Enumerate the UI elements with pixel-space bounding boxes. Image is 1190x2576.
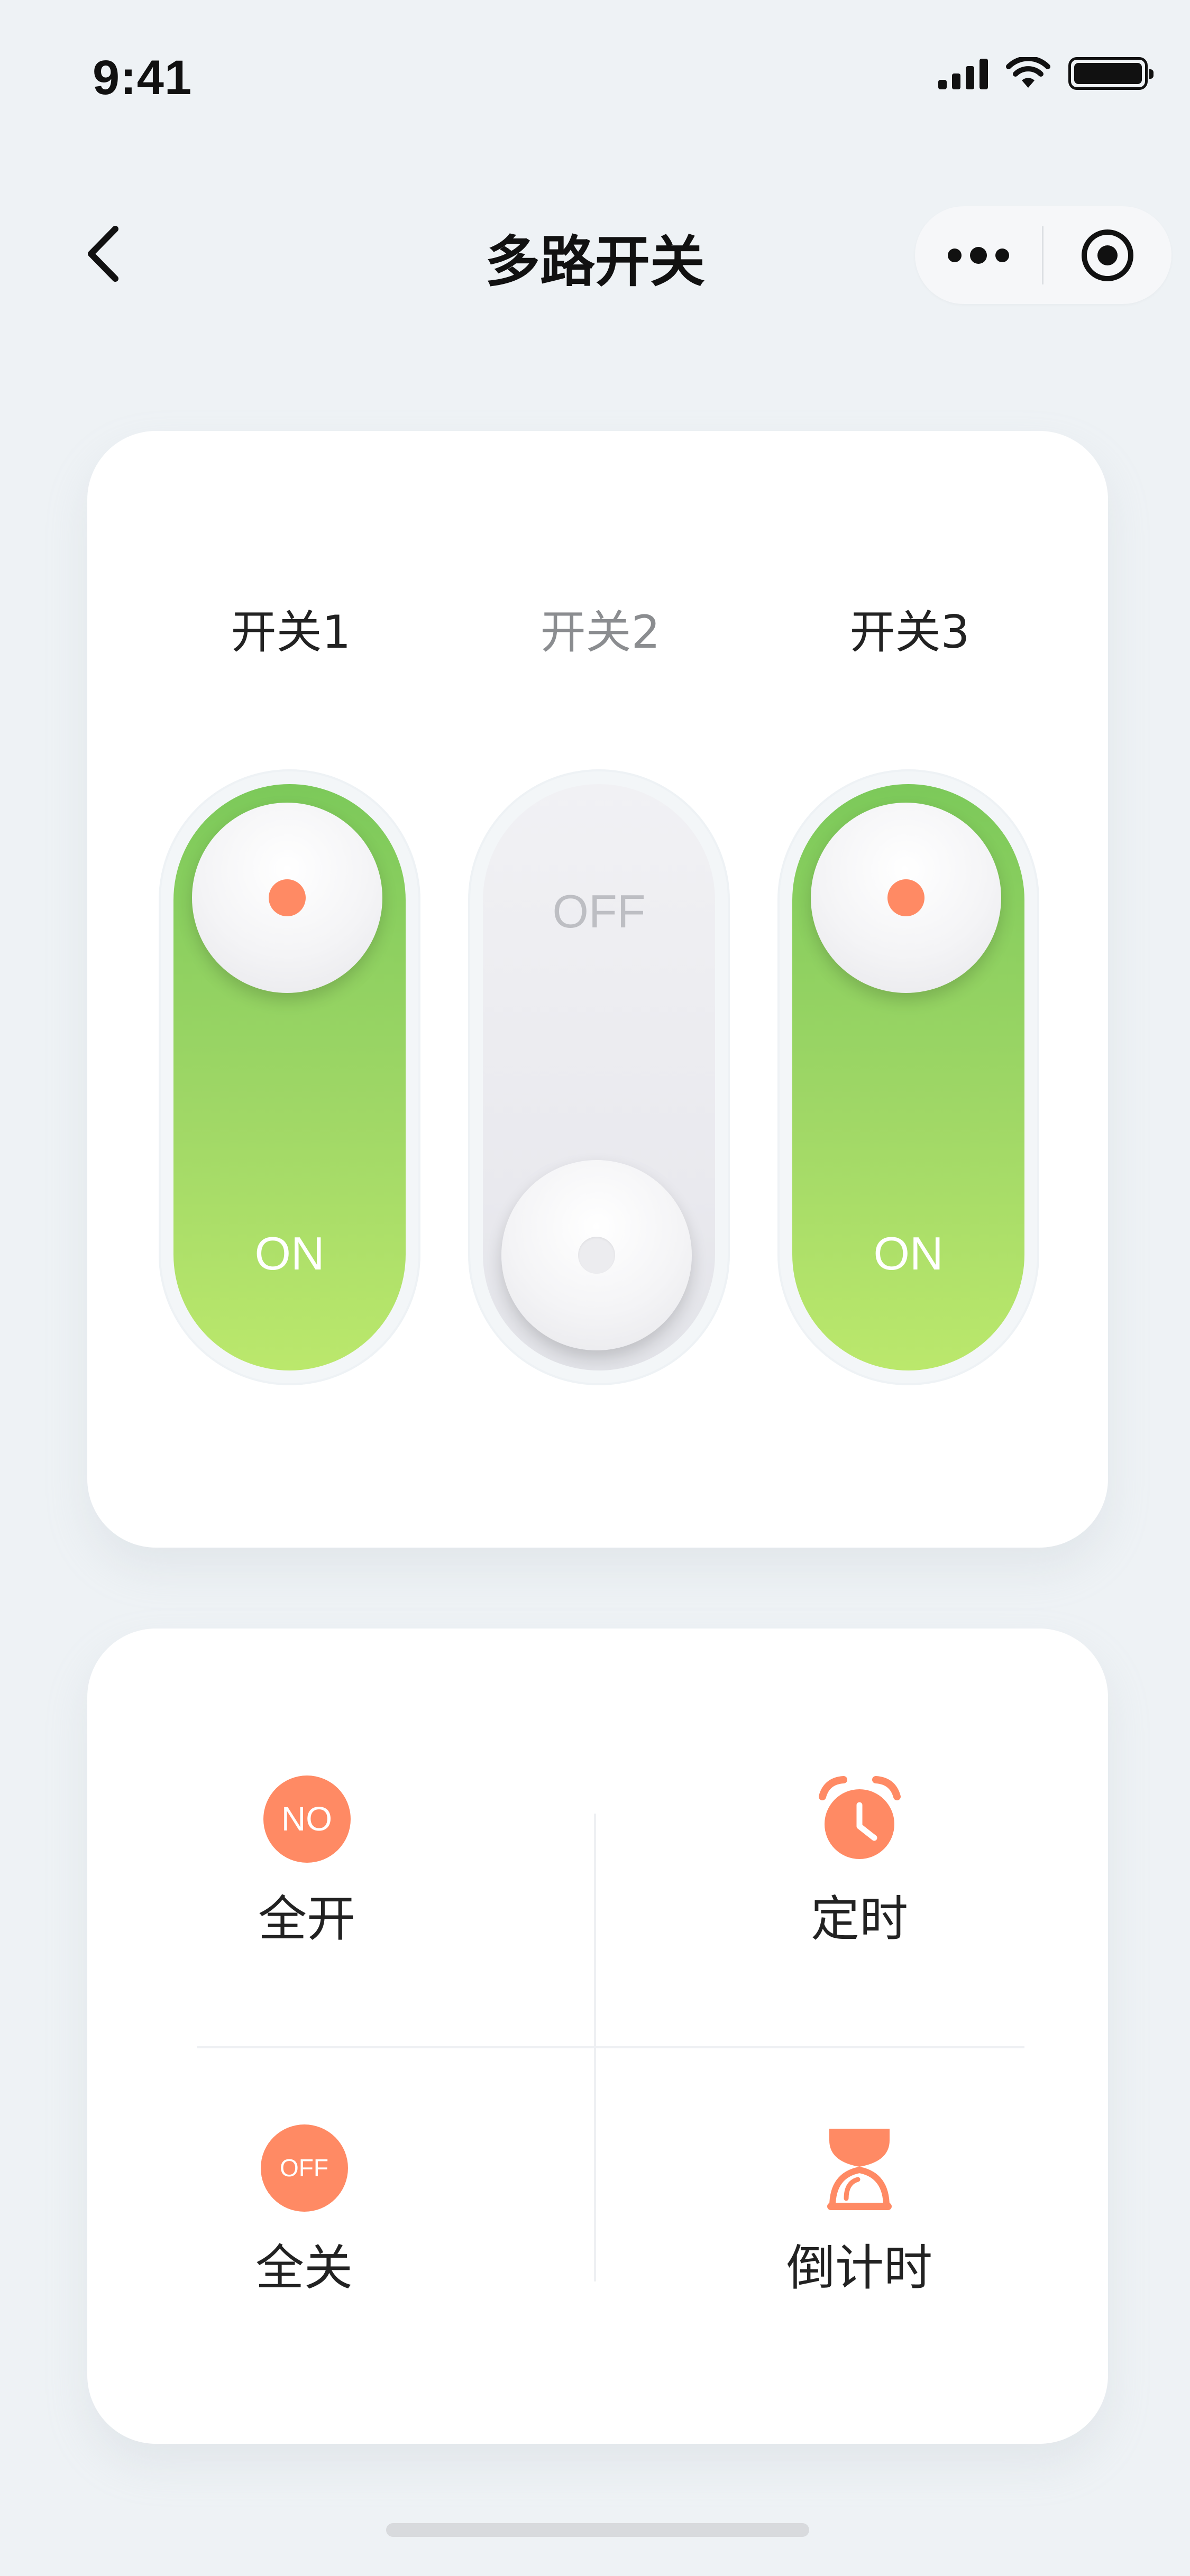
battery-icon (1068, 57, 1154, 90)
toggle-knob[interactable] (501, 1160, 692, 1350)
hourglass-icon (827, 2128, 892, 2210)
grid-divider-horizontal (197, 2046, 1024, 2048)
more-button[interactable] (915, 206, 1042, 304)
toggle-knob[interactable] (811, 803, 1001, 993)
wifi-icon (1006, 57, 1050, 88)
all-on-label: 全开 (258, 1891, 355, 1947)
countdown-label: 倒计时 (786, 2240, 932, 2296)
switch-2-state: OFF (552, 885, 646, 937)
switch-2-toggle[interactable]: OFF (468, 769, 730, 1385)
status-icons (938, 57, 1154, 90)
timer-button[interactable]: 定时 (727, 1774, 992, 1950)
all-off-button[interactable]: OFF 全关 (172, 2123, 436, 2299)
switch-1-toggle[interactable]: ON (159, 769, 420, 1385)
all-on-button[interactable]: NO 全开 (175, 1774, 439, 1950)
switch-3-label: 开关3 (849, 606, 970, 659)
alarm-clock-icon (818, 1775, 901, 1859)
switch-1-state: ON (254, 1227, 325, 1280)
close-program-button[interactable] (1043, 206, 1171, 304)
actions-card (87, 1629, 1108, 2444)
all-off-icon: OFF (259, 2123, 349, 2213)
indicator-dot (578, 1237, 615, 1274)
all-on-badge: NO (263, 1775, 351, 1863)
toggle-track: OFF (483, 784, 715, 1370)
more-dots-icon (948, 246, 1009, 264)
switch-3-toggle[interactable]: ON (777, 769, 1039, 1385)
toggle-track: ON (792, 784, 1024, 1370)
indicator-dot (269, 879, 306, 916)
all-off-label: 全关 (255, 2240, 353, 2296)
all-on-icon: NO (262, 1774, 352, 1864)
mini-program-capsule (915, 206, 1171, 304)
target-icon (1082, 229, 1133, 281)
switch-3-state: ON (873, 1227, 944, 1280)
home-indicator (386, 2523, 809, 2537)
switch-1-label: 开关1 (231, 606, 351, 659)
status-time: 9:41 (93, 51, 193, 105)
countdown-button[interactable]: 倒计时 (727, 2123, 992, 2299)
toggle-track: ON (173, 784, 406, 1370)
indicator-dot (887, 879, 924, 916)
all-off-badge: OFF (260, 2124, 348, 2212)
timer-label: 定时 (810, 1891, 908, 1947)
signal-icon (938, 58, 988, 89)
switch-2-label: 开关2 (540, 606, 661, 659)
toggle-knob[interactable] (192, 803, 382, 993)
